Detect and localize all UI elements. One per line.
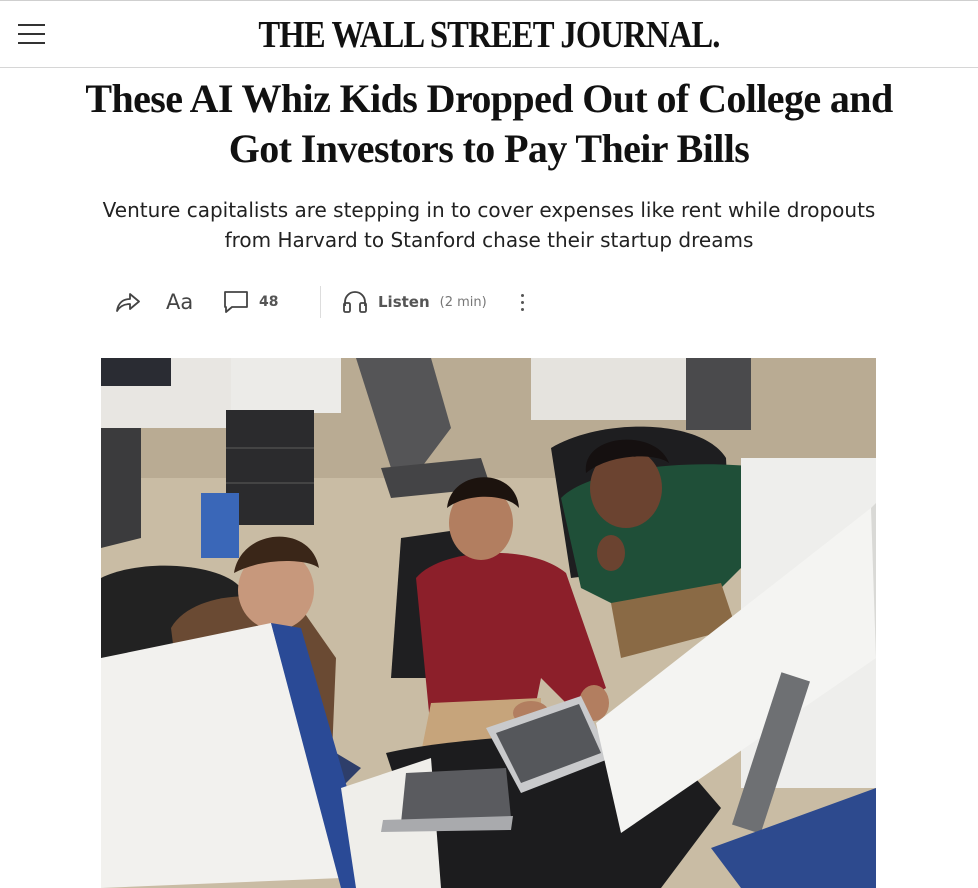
listen-label: Listen bbox=[378, 293, 430, 311]
site-header: THE WALL STREET JOURNAL. bbox=[0, 0, 978, 68]
share-arrow-icon bbox=[116, 293, 140, 312]
article-headline: These AI Whiz Kids Dropped Out of Colleg… bbox=[85, 76, 893, 171]
comments-count: 48 bbox=[259, 294, 279, 310]
hero-photo-illustration bbox=[101, 358, 876, 888]
headphones-icon bbox=[343, 291, 367, 313]
masthead-logo[interactable]: THE WALL STREET JOURNAL. bbox=[68, 12, 909, 58]
text-size-button[interactable]: Aa bbox=[166, 284, 202, 320]
share-button[interactable] bbox=[114, 284, 148, 320]
article-dek: Venture capitalists are stepping in to c… bbox=[102, 198, 876, 252]
more-options-button[interactable] bbox=[512, 284, 532, 320]
listen-button[interactable]: Listen (2 min) bbox=[342, 284, 502, 320]
comments-button[interactable]: 48 bbox=[222, 284, 282, 320]
hamburger-menu-icon[interactable] bbox=[18, 21, 46, 47]
listen-duration: (2 min) bbox=[439, 294, 487, 310]
more-vertical-icon bbox=[520, 293, 524, 311]
toolbar-divider bbox=[320, 286, 321, 318]
text-size-label: Aa bbox=[166, 290, 194, 314]
comment-bubble-icon bbox=[224, 291, 248, 313]
article-hero-photo bbox=[101, 358, 876, 888]
article-toolbar: Aa 48 Listen (2 min) bbox=[114, 284, 554, 320]
